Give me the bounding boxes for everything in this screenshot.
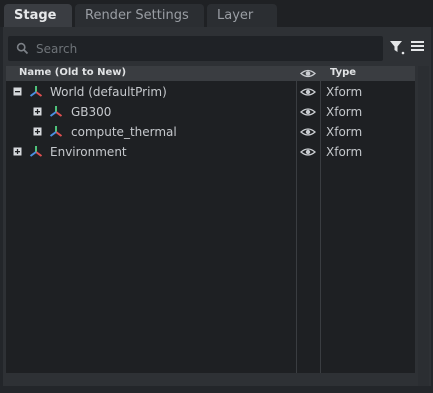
collapse-icon[interactable] (13, 87, 22, 96)
eye-icon[interactable] (296, 66, 320, 81)
tree-row-environment[interactable]: Environment Xform (6, 142, 415, 162)
xform-prim-icon (29, 86, 43, 97)
tree-header: Name (Old to New) Type (6, 66, 415, 81)
expand-icon[interactable] (33, 107, 42, 116)
visibility-toggle-icon[interactable] (300, 106, 316, 118)
search-icon (16, 42, 29, 55)
prim-name: Environment (50, 145, 127, 159)
menu-icon[interactable] (410, 39, 426, 53)
xform-prim-icon (29, 146, 43, 157)
stage-tree: Name (Old to New) Type World (defaultPri… (6, 66, 415, 373)
column-header-type[interactable]: Type (330, 67, 356, 78)
filter-icon[interactable] (388, 38, 406, 56)
column-header-name[interactable]: Name (Old to New) (19, 67, 126, 78)
xform-prim-icon (49, 106, 63, 117)
xform-prim-icon (49, 126, 63, 137)
prim-name: compute_thermal (71, 125, 177, 139)
tree-row-world[interactable]: World (defaultPrim) Xform (6, 82, 415, 102)
expand-icon[interactable] (13, 147, 22, 156)
search-bar[interactable] (8, 36, 383, 61)
visibility-toggle-icon[interactable] (300, 146, 316, 158)
tab-render-settings[interactable]: Render Settings (75, 4, 204, 27)
prim-type: Xform (326, 85, 363, 99)
search-input[interactable] (34, 38, 378, 60)
stage-panel: Name (Old to New) Type World (defaultPri… (3, 27, 431, 386)
tab-stage[interactable]: Stage (4, 4, 72, 27)
tab-bar: Stage Render Settings Layer (0, 0, 433, 27)
tree-row-compute-thermal[interactable]: compute_thermal Xform (6, 122, 415, 142)
prim-type: Xform (326, 145, 363, 159)
prim-name: GB300 (71, 105, 112, 119)
tree-row-gb300[interactable]: GB300 Xform (6, 102, 415, 122)
vertical-scrollbar[interactable] (418, 66, 429, 386)
visibility-toggle-icon[interactable] (300, 126, 316, 138)
tab-layer[interactable]: Layer (207, 4, 277, 27)
prim-name: World (defaultPrim) (50, 85, 167, 99)
expand-icon[interactable] (33, 127, 42, 136)
visibility-toggle-icon[interactable] (300, 86, 316, 98)
prim-type: Xform (326, 105, 363, 119)
prim-type: Xform (326, 125, 363, 139)
